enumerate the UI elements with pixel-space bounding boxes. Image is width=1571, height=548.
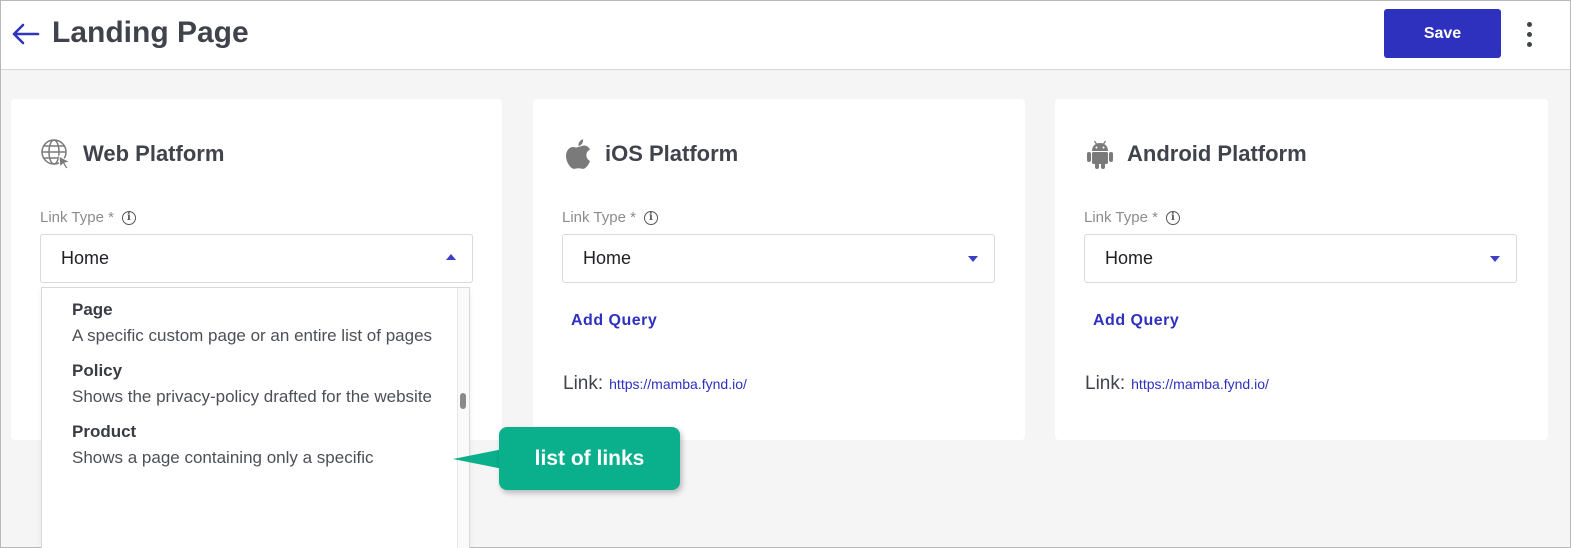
option-title: Product <box>72 422 137 441</box>
callout-pointer <box>453 449 503 469</box>
link-type-label-text: Link Type * <box>40 209 114 226</box>
android-icon <box>1083 137 1117 171</box>
link-type-label: Link Type * i <box>40 209 136 226</box>
chevron-down-icon <box>968 256 978 262</box>
web-link-type-select[interactable]: Home <box>40 234 473 283</box>
chevron-down-icon <box>1490 256 1500 262</box>
apple-icon <box>561 137 595 171</box>
selected-value: Home <box>1105 248 1154 268</box>
link-url[interactable]: https://mamba.fynd.io/ <box>609 376 747 392</box>
ios-link-type-select[interactable]: Home <box>562 234 995 283</box>
link-label: Link: <box>1085 373 1126 394</box>
page-title: Landing Page <box>52 16 249 49</box>
link-label: Link: <box>563 373 604 394</box>
card-title: Web Platform <box>39 137 224 171</box>
more-vertical-icon[interactable] <box>1517 17 1541 51</box>
dropdown-scrollbar[interactable] <box>457 288 469 548</box>
link-type-label-text: Link Type * <box>1084 209 1158 226</box>
add-query-button[interactable]: Add Query <box>571 312 657 330</box>
dropdown-option-page[interactable]: Page A specific custom page or an entire… <box>42 288 457 349</box>
option-description: Shows a page containing only a specific <box>72 448 374 467</box>
page-header: Landing Page Save <box>1 1 1570 70</box>
card-title: Android Platform <box>1083 137 1307 171</box>
option-title: Policy <box>72 361 123 380</box>
dropdown-list: Page A specific custom page or an entire… <box>42 288 457 471</box>
info-icon[interactable]: i <box>643 210 658 225</box>
add-query-button[interactable]: Add Query <box>1093 312 1179 330</box>
option-description: A specific custom page or an entire list… <box>72 326 433 345</box>
link-type-label: Link Type * i <box>1084 209 1180 226</box>
arrow-left-icon <box>12 23 40 45</box>
callout-label: list of links <box>499 427 680 490</box>
android-platform-title: Android Platform <box>1127 141 1307 166</box>
web-platform-title: Web Platform <box>83 141 225 166</box>
globe-icon <box>39 137 73 171</box>
link-row: Link: https://mamba.fynd.io/ <box>1085 373 1269 395</box>
link-row: Link: https://mamba.fynd.io/ <box>563 373 747 395</box>
selected-value: Home <box>61 248 110 268</box>
android-platform-card: Android Platform Link Type * i Home Add … <box>1055 99 1548 440</box>
scrollbar-thumb[interactable] <box>460 393 466 409</box>
option-description: Shows the privacy-policy drafted for the… <box>72 387 433 406</box>
back-button[interactable] <box>9 19 41 49</box>
option-title: Page <box>72 300 113 319</box>
ios-platform-card: iOS Platform Link Type * i Home Add Quer… <box>533 99 1025 440</box>
info-icon[interactable]: i <box>1165 210 1180 225</box>
link-url[interactable]: https://mamba.fynd.io/ <box>1131 376 1269 392</box>
ios-platform-title: iOS Platform <box>605 141 739 166</box>
card-title: iOS Platform <box>561 137 738 171</box>
link-type-label-text: Link Type * <box>562 209 636 226</box>
chevron-up-icon <box>446 254 456 260</box>
dropdown-option-product[interactable]: Product Shows a page containing only a s… <box>42 410 457 471</box>
android-link-type-select[interactable]: Home <box>1084 234 1517 283</box>
link-type-label: Link Type * i <box>562 209 658 226</box>
save-button[interactable]: Save <box>1384 9 1501 58</box>
dropdown-option-policy[interactable]: Policy Shows the privacy-policy drafted … <box>42 349 457 410</box>
info-icon[interactable]: i <box>121 210 136 225</box>
selected-value: Home <box>583 248 632 268</box>
link-type-dropdown: Page A specific custom page or an entire… <box>41 287 470 548</box>
